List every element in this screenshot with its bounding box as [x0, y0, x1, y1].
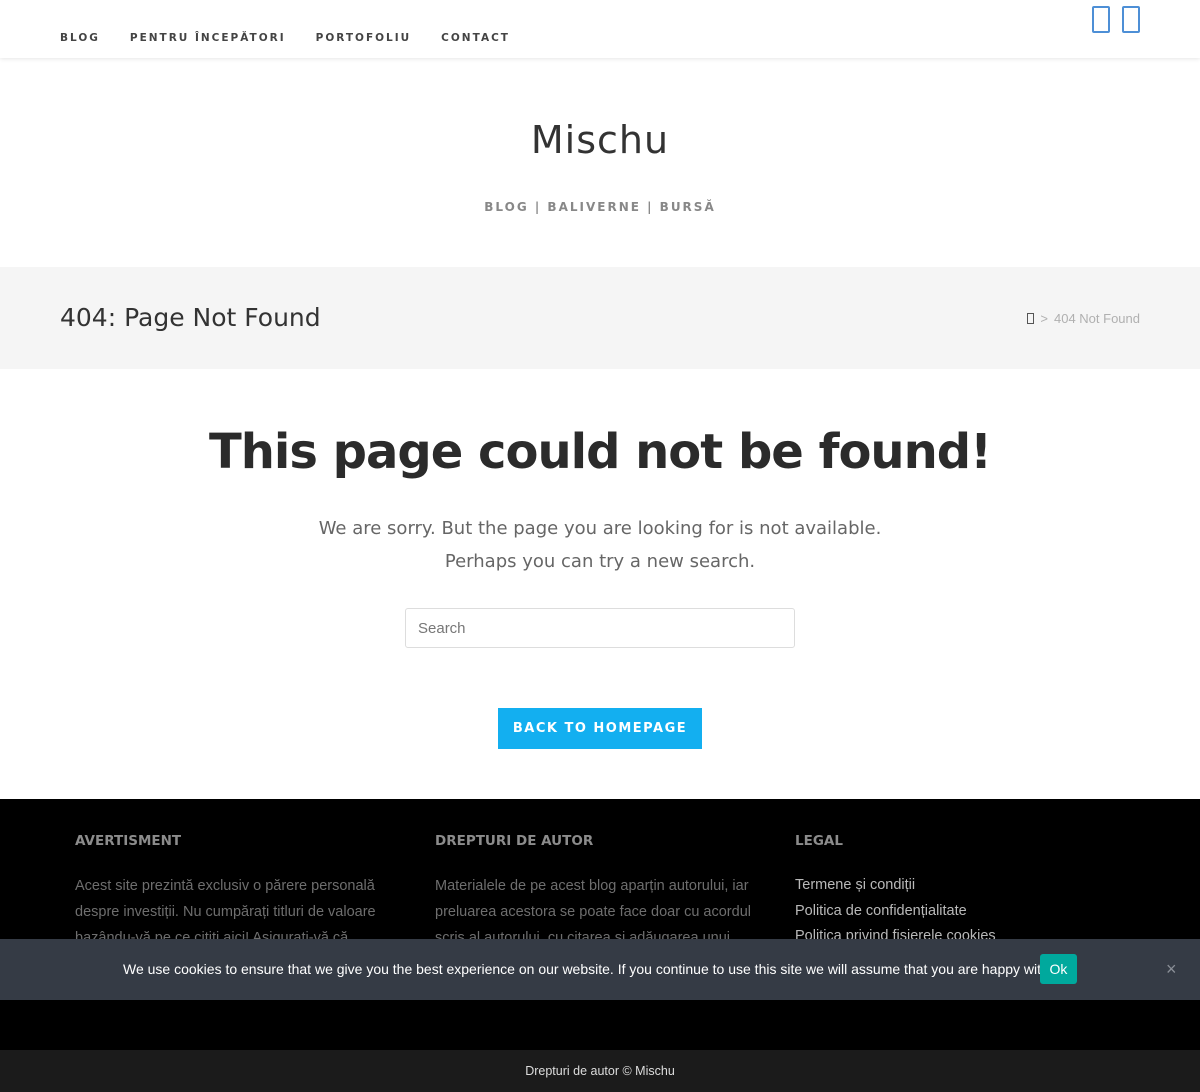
error-message: We are sorry. But the page you are looki…: [0, 512, 1200, 578]
error-heading: This page could not be found!: [208, 424, 992, 480]
site-tagline: BLOG | BALIVERNE | BURSĂ: [484, 200, 716, 214]
nav-item-pentru-incepatori[interactable]: PENTRU ÎNCEPĂTORI: [130, 32, 286, 44]
footer-col-avertisment: AVERTISMENT Acest site prezintă exclusiv…: [75, 833, 395, 951]
site-branding: Mischu: [0, 118, 1200, 162]
cookie-ok-button[interactable]: Ok: [1040, 954, 1077, 984]
page-title: 404: Page Not Found: [60, 303, 321, 332]
legal-link-termene[interactable]: Termene și condiții: [795, 873, 1115, 899]
footer-bottom: Drepturi de autor © Mischu: [0, 1050, 1200, 1092]
legal-link-confidentialitate[interactable]: Politica de confidențialitate: [795, 899, 1115, 925]
error-message-line-2: Perhaps you can try a new search.: [444, 551, 756, 572]
error-message-line-1: We are sorry. But the page you are looki…: [318, 518, 882, 539]
social-icon[interactable]: [1122, 6, 1140, 33]
nav-item-contact[interactable]: CONTACT: [441, 32, 510, 44]
footer-widgets: AVERTISMENT Acest site prezintă exclusiv…: [0, 799, 1200, 1050]
footer-col-legal: LEGAL Termene și condiții Politica de co…: [795, 833, 1115, 950]
top-header: BLOG PENTRU ÎNCEPĂTORI PORTOFOLIU CONTAC…: [0, 0, 1200, 58]
footer-col-title: LEGAL: [795, 833, 843, 849]
main-nav: BLOG PENTRU ÎNCEPĂTORI PORTOFOLIU CONTAC…: [60, 32, 540, 44]
cookie-notice: We use cookies to ensure that we give yo…: [0, 939, 1200, 1000]
nav-item-portofoliu[interactable]: PORTOFOLIU: [316, 32, 412, 44]
breadcrumb-separator: >: [1040, 311, 1048, 326]
copyright-text: Drepturi de autor © Mischu: [525, 1064, 675, 1078]
page-header: 404: Page Not Found > 404 Not Found: [0, 267, 1200, 369]
site-title[interactable]: Mischu: [0, 118, 1200, 162]
footer-col-title: AVERTISMENT: [75, 833, 182, 849]
nav-item-blog[interactable]: BLOG: [60, 32, 100, 44]
breadcrumb: > 404 Not Found: [1027, 311, 1140, 326]
footer-col-title: DREPTURI DE AUTOR: [435, 833, 594, 849]
cookie-notice-text: We use cookies to ensure that we give yo…: [123, 961, 1064, 977]
back-to-homepage-button[interactable]: BACK TO HOMEPAGE: [498, 708, 702, 749]
home-icon[interactable]: [1027, 313, 1035, 324]
close-icon[interactable]: ×: [1166, 959, 1177, 980]
breadcrumb-current: 404 Not Found: [1053, 311, 1140, 326]
social-links: [1092, 6, 1140, 33]
social-icon[interactable]: [1092, 6, 1110, 33]
search-input[interactable]: [405, 608, 795, 648]
